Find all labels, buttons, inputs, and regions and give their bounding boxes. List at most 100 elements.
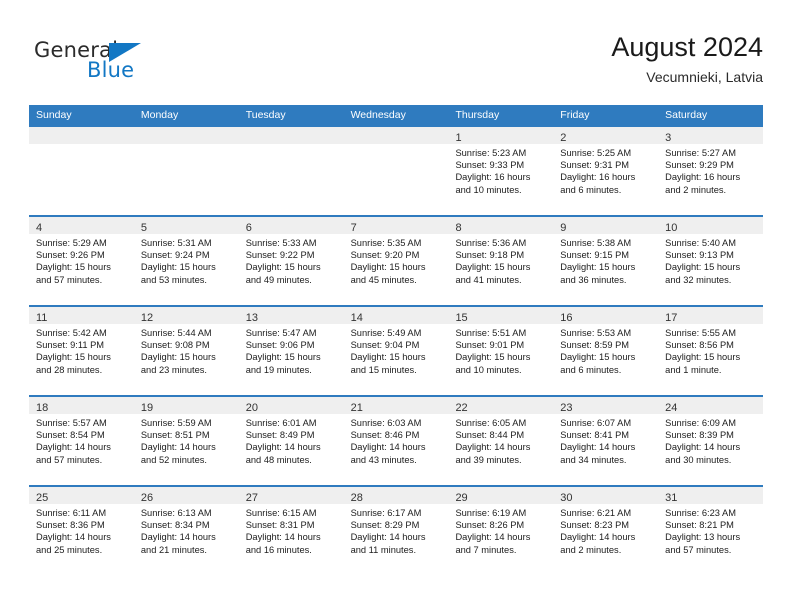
calendar-day-cell[interactable]: 17 Sunrise: 5:55 AM Sunset: 8:56 PM Dayligh… [658,307,764,395]
daylight-text-line2: and 57 minutes. [665,544,732,555]
day-details: Sunrise: 5:38 AM Sunset: 9:15 PM Daylight:… [553,234,658,305]
day-details: Sunrise: 5:59 AM Sunset: 8:51 PM Daylight:… [134,414,239,485]
sunrise-text: Sunrise: 6:19 AM [455,508,527,518]
brand-logo[interactable]: General Blue [34,38,214,88]
calendar-day-cell[interactable]: 8 Sunrise: 5:36 AM Sunset: 9:18 PM Daylight… [448,217,554,305]
calendar-day-cell[interactable]: 21 Sunrise: 6:03 AM Sunset: 8:46 PM Dayligh… [343,397,449,485]
daylight-text-line1: Daylight: 14 hours [36,442,111,453]
daylight-text-line1: Daylight: 15 hours [455,352,531,363]
daylight-text-line2: and 57 minutes. [36,274,103,285]
daylight-text-line2: and 15 minutes. [350,364,417,375]
day-number: 29 [455,492,468,504]
sunset-text: Sunset: 8:51 PM [140,430,210,441]
daylight-text-line2: and 6 minutes. [560,184,622,195]
calendar-day-cell[interactable]: 29 Sunrise: 6:19 AM Sunset: 8:26 PM Dayligh… [448,487,554,575]
day-number: 22 [455,402,468,414]
calendar-day-cell[interactable]: 12 Sunrise: 5:44 AM Sunset: 9:08 PM Dayligh… [133,307,239,395]
daylight-text-line2: and 30 minutes. [665,454,732,465]
daylight-text-line1: Daylight: 15 hours [665,262,741,273]
calendar-page: General Blue August 2024 Vecumnieki, Lat… [0,0,792,612]
day-number-band: 13 [238,307,344,324]
calendar-day-cell[interactable]: 18 Sunrise: 5:57 AM Sunset: 8:54 PM Dayligh… [29,397,134,485]
calendar-day-cell[interactable]: 23 Sunrise: 6:07 AM Sunset: 8:41 PM Dayligh… [553,397,659,485]
calendar-day-cell[interactable]: 3 Sunrise: 5:27 AM Sunset: 9:29 PM Daylight… [658,127,764,215]
sunrise-text: Sunrise: 5:59 AM [140,418,212,428]
day-number: 11 [36,312,48,324]
daylight-text-line2: and 19 minutes. [245,364,312,375]
calendar-day-cell[interactable]: 2 Sunrise: 5:25 AM Sunset: 9:31 PM Daylight… [553,127,659,215]
calendar-day-cell[interactable]: 24 Sunrise: 6:09 AM Sunset: 8:39 PM Dayligh… [658,397,764,485]
daylight-text-line1: Daylight: 15 hours [350,262,426,273]
page-subtitle: Vecumnieki, Latvia [646,69,763,85]
calendar-day-cell[interactable]: 16 Sunrise: 5:53 AM Sunset: 8:59 PM Dayligh… [553,307,659,395]
weekday-header-monday: Monday [140,109,179,121]
sunset-text: Sunset: 9:31 PM [560,160,630,171]
daylight-text-line1: Daylight: 14 hours [350,442,426,453]
calendar-day-cell[interactable]: 14 Sunrise: 5:49 AM Sunset: 9:04 PM Dayligh… [343,307,449,395]
calendar-day-cell[interactable]: 10 Sunrise: 5:40 AM Sunset: 9:13 PM Dayligh… [658,217,764,305]
calendar-day-cell[interactable]: 27 Sunrise: 6:15 AM Sunset: 8:31 PM Dayligh… [238,487,344,575]
sunset-text: Sunset: 8:23 PM [560,520,630,531]
calendar-day-cell[interactable]: 6 Sunrise: 5:33 AM Sunset: 9:22 PM Daylight… [238,217,344,305]
sunrise-text: Sunrise: 5:31 AM [140,238,212,248]
daylight-text-line1: Daylight: 14 hours [455,532,531,543]
day-number-band: 30 [553,487,659,504]
day-number-band: 29 [448,487,554,504]
sunrise-text: Sunrise: 5:49 AM [350,328,422,338]
sunset-text: Sunset: 9:29 PM [665,160,734,171]
sunset-text: Sunset: 8:46 PM [350,430,420,441]
daylight-text-line1: Daylight: 15 hours [140,262,216,273]
day-number: 1 [455,132,462,144]
sunset-text: Sunset: 9:33 PM [455,160,525,171]
calendar-day-cell[interactable]: 9 Sunrise: 5:38 AM Sunset: 9:15 PM Daylight… [553,217,659,305]
day-details: Sunrise: 6:13 AM Sunset: 8:34 PM Daylight:… [134,504,239,575]
calendar-day-cell[interactable]: 26 Sunrise: 6:13 AM Sunset: 8:34 PM Dayligh… [133,487,239,575]
daylight-text-line2: and 10 minutes. [455,364,522,375]
sunrise-text: Sunrise: 6:09 AM [665,418,736,428]
calendar-day-cell[interactable]: 25 Sunrise: 6:11 AM Sunset: 8:36 PM Dayligh… [29,487,134,575]
sunrise-text: Sunrise: 6:03 AM [350,418,422,428]
day-number-band: 18 [29,397,134,414]
calendar-day-cell[interactable]: 19 Sunrise: 5:59 AM Sunset: 8:51 PM Dayligh… [133,397,239,485]
calendar-day-cell[interactable]: 31 Sunrise: 6:23 AM Sunset: 8:21 PM Dayligh… [658,487,764,575]
brand-name-blue: Blue [87,58,135,82]
day-number: 5 [140,222,147,234]
sunrise-text: Sunrise: 5:33 AM [245,238,317,248]
calendar-day-cell[interactable]: 11 Sunrise: 5:42 AM Sunset: 9:11 PM Dayligh… [29,307,134,395]
daylight-text-line2: and 53 minutes. [140,274,208,285]
sunrise-text: Sunrise: 5:44 AM [140,328,212,338]
calendar-day-cell[interactable]: 20 Sunrise: 6:01 AM Sunset: 8:49 PM Dayligh… [238,397,344,485]
calendar-day-cell[interactable]: 13 Sunrise: 5:47 AM Sunset: 9:06 PM Dayligh… [238,307,344,395]
calendar-week-row: 18 Sunrise: 5:57 AM Sunset: 8:54 PM Dayligh… [29,395,764,485]
day-details: Sunrise: 5:53 AM Sunset: 8:59 PM Daylight:… [553,324,658,395]
day-number-band [238,127,344,144]
day-details: Sunrise: 5:44 AM Sunset: 9:08 PM Daylight:… [134,324,239,395]
day-number-band: 12 [133,307,239,324]
day-number-band: 25 [29,487,134,504]
calendar-day-cell[interactable]: 22 Sunrise: 6:05 AM Sunset: 8:44 PM Dayligh… [448,397,554,485]
daylight-text-line2: and 6 minutes. [560,364,622,375]
page-header: General Blue August 2024 Vecumnieki, Lat… [0,0,792,104]
daylight-text-line2: and 2 minutes. [665,184,727,195]
calendar-day-cell[interactable]: 1 Sunrise: 5:23 AM Sunset: 9:33 PM Daylight… [448,127,554,215]
calendar-day-cell[interactable]: 15 Sunrise: 5:51 AM Sunset: 9:01 PM Dayligh… [448,307,554,395]
sunrise-text: Sunrise: 6:17 AM [350,508,422,518]
sunset-text: Sunset: 8:34 PM [140,520,210,531]
calendar-day-cell[interactable]: 7 Sunrise: 5:35 AM Sunset: 9:20 PM Daylight… [343,217,449,305]
day-number-band: 4 [29,217,134,234]
day-details: Sunrise: 5:42 AM Sunset: 9:11 PM Daylight:… [29,324,134,395]
calendar-day-cell[interactable]: 4 Sunrise: 5:29 AM Sunset: 9:26 PM Daylight… [29,217,134,305]
calendar-grid: Sunday Monday Tuesday Wednesday Thursday… [29,105,764,575]
calendar-week-row: 4 Sunrise: 5:29 AM Sunset: 9:26 PM Daylight… [29,215,764,305]
day-number: 13 [245,312,258,324]
daylight-text-line1: Daylight: 16 hours [455,172,531,183]
calendar-day-cell[interactable]: 5 Sunrise: 5:31 AM Sunset: 9:24 PM Daylight… [133,217,239,305]
daylight-text-line1: Daylight: 13 hours [665,532,741,543]
day-number: 21 [350,402,363,414]
day-details: Sunrise: 5:25 AM Sunset: 9:31 PM Daylight:… [553,144,658,215]
day-details: Sunrise: 5:36 AM Sunset: 9:18 PM Daylight:… [448,234,553,305]
day-number-band: 22 [448,397,554,414]
daylight-text-line2: and 52 minutes. [140,454,208,465]
calendar-day-cell[interactable]: 28 Sunrise: 6:17 AM Sunset: 8:29 PM Dayligh… [343,487,449,575]
calendar-day-cell[interactable]: 30 Sunrise: 6:21 AM Sunset: 8:23 PM Dayligh… [553,487,659,575]
